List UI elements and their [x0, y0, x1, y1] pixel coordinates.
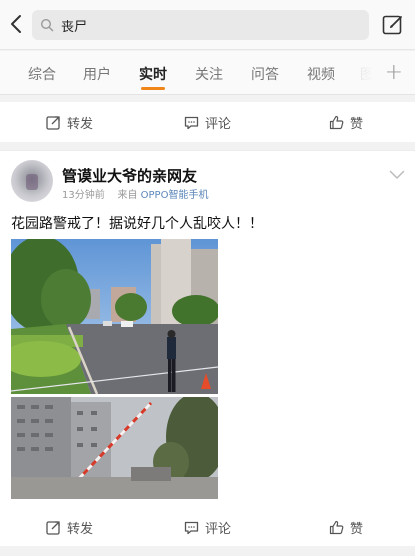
tab-video[interactable]: 视频: [307, 64, 335, 84]
comment-icon: [184, 521, 199, 534]
post-text: 花园路警戒了！据说好几个人乱咬人！！: [11, 216, 263, 232]
tabs-fade: [341, 51, 375, 94]
previous-post-actionbar: 转发 评论 赞: [0, 102, 415, 142]
post-repost-label: 转发: [67, 522, 94, 537]
post-image-buildings[interactable]: [11, 397, 218, 499]
search-input[interactable]: 丧尸: [32, 10, 369, 40]
tab-comprehensive[interactable]: 综合: [28, 64, 56, 84]
thumbs-up-icon: [329, 520, 344, 535]
bottom-divider: [0, 546, 415, 556]
post-card: 管谟业大爷的亲网友 13分钟前 来自 OPPO智能手机 花园路警戒了！据说好几个…: [0, 150, 415, 547]
post-image-street[interactable]: [11, 239, 218, 394]
post-repost-button[interactable]: 转发: [46, 518, 93, 537]
back-button[interactable]: [6, 12, 26, 36]
like-button[interactable]: 赞: [329, 113, 363, 132]
tab-qa[interactable]: 问答: [251, 64, 279, 84]
search-icon: [40, 18, 54, 32]
comment-button[interactable]: 评论: [184, 113, 231, 132]
compose-button[interactable]: [381, 13, 405, 37]
tab-realtime[interactable]: 实时: [139, 64, 167, 84]
comment-label: 评论: [205, 117, 232, 132]
filter-tabs: 综合 用户 实时 关注 问答 视频 图 +: [0, 51, 415, 95]
post-from-label: 来自: [117, 190, 138, 201]
post-menu-button[interactable]: [389, 165, 405, 184]
active-tab-indicator: [141, 87, 165, 90]
like-label: 赞: [350, 117, 364, 132]
chevron-down-icon: [389, 170, 405, 179]
post-time: 13分钟前: [62, 190, 105, 201]
tab-following[interactable]: 关注: [195, 64, 223, 84]
post-source[interactable]: OPPO智能手机: [141, 190, 209, 201]
post-comment-button[interactable]: 评论: [184, 518, 231, 537]
compose-icon: [382, 15, 402, 35]
search-query: 丧尸: [61, 19, 88, 35]
repost-label: 转发: [67, 117, 94, 132]
post-like-label: 赞: [350, 522, 364, 537]
post-comment-label: 评论: [205, 522, 232, 537]
repost-button[interactable]: 转发: [46, 113, 93, 132]
thumbs-up-icon: [329, 115, 344, 130]
post-meta: 13分钟前 来自 OPPO智能手机: [62, 186, 208, 201]
post-username[interactable]: 管谟业大爷的亲网友: [62, 165, 197, 186]
comment-icon: [184, 116, 199, 129]
search-header: 丧尸: [0, 0, 415, 50]
chevron-left-icon: [11, 15, 21, 33]
avatar[interactable]: [11, 160, 53, 202]
post-actionbar: 转发 评论 赞: [0, 507, 415, 547]
tab-users[interactable]: 用户: [83, 64, 111, 84]
repost-icon: [46, 521, 60, 535]
add-tab-button[interactable]: +: [385, 60, 403, 85]
post-like-button[interactable]: 赞: [329, 518, 363, 537]
repost-icon: [46, 116, 60, 130]
